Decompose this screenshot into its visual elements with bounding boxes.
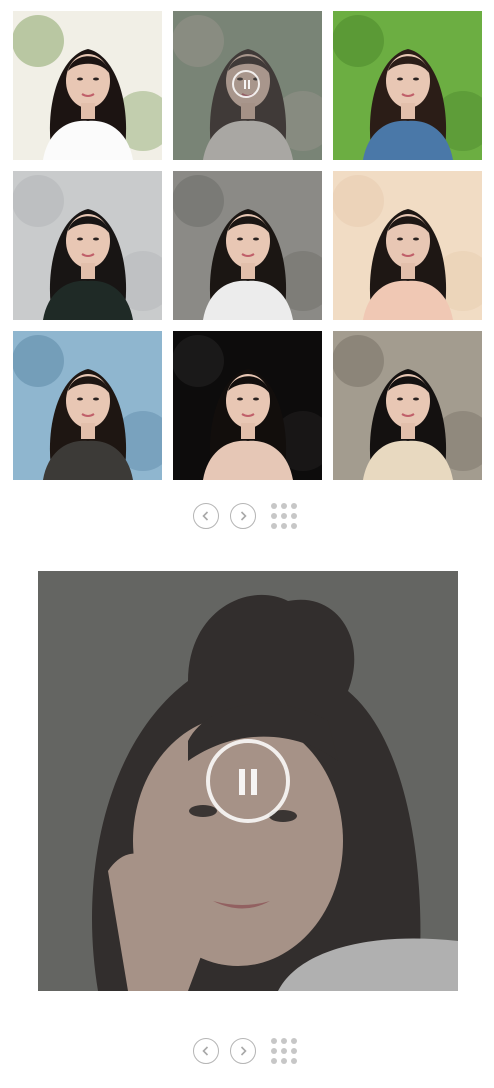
thumbnail-photo — [13, 171, 162, 320]
chevron-left-icon — [202, 511, 209, 521]
thumbnail-portrait-grey-backdrop-black-top[interactable] — [13, 171, 162, 320]
grid-dots-icon[interactable] — [271, 1038, 297, 1064]
grid-dots-icon[interactable] — [271, 503, 297, 529]
thumbnail-photo — [173, 171, 322, 320]
thumbnail-photo — [333, 331, 482, 480]
chevron-right-icon — [240, 1046, 247, 1056]
gallery-controls-top — [193, 503, 297, 529]
slideshow-player[interactable] — [38, 571, 458, 991]
thumbnail-photo — [13, 331, 162, 480]
thumbnail-portrait-green-wall-overalls[interactable] — [333, 11, 482, 160]
prev-button[interactable] — [193, 503, 219, 529]
next-button[interactable] — [230, 503, 256, 529]
thumbnail-portrait-hand-on-cheek[interactable] — [173, 171, 322, 320]
thumbnail-photo — [13, 11, 162, 160]
chevron-left-icon — [202, 1046, 209, 1056]
thumbnail-portrait-stone-wall[interactable] — [333, 331, 482, 480]
thumbnail-portrait-straw-hat-outdoor[interactable] — [173, 11, 322, 160]
next-button[interactable] — [230, 1038, 256, 1064]
thumbnail-photo — [333, 11, 482, 160]
thumbnail-portrait-blue-backdrop-sequins[interactable] — [13, 331, 162, 480]
pause-button[interactable] — [206, 739, 290, 823]
thumbnail-photo — [173, 331, 322, 480]
pause-icon[interactable] — [232, 70, 260, 98]
chevron-right-icon — [240, 511, 247, 521]
thumbnail-grid — [13, 11, 482, 480]
prev-button[interactable] — [193, 1038, 219, 1064]
thumbnail-portrait-black-backdrop[interactable] — [173, 331, 322, 480]
pause-icon — [239, 769, 245, 795]
thumbnail-photo — [333, 171, 482, 320]
thumbnail-portrait-flowers-white-dress[interactable] — [13, 11, 162, 160]
thumbnail-portrait-peach-backdrop[interactable] — [333, 171, 482, 320]
gallery-controls-bottom — [193, 1038, 297, 1064]
